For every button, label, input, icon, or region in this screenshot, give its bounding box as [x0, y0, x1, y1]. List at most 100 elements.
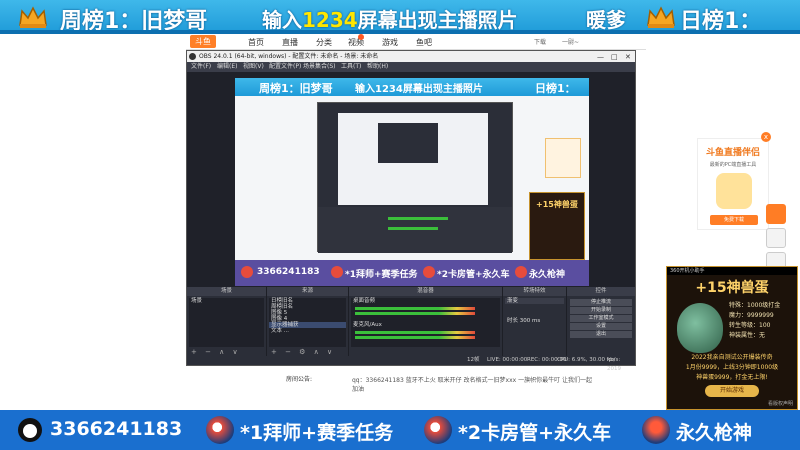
- dropped-frames: 12帧: [467, 357, 480, 363]
- preview-weekly-rank: 周榜1：旧梦哥: [259, 82, 333, 95]
- preview-banner: 周榜1：旧梦哥 输入1234屏幕出现主播照片 日榜1：: [235, 78, 589, 96]
- rocket-icon: [642, 416, 670, 444]
- game-ad-title: +15神兽蛋: [695, 280, 769, 296]
- preview-frame: 周榜1：旧梦哥 输入1234屏幕出现主播照片 日榜1： +15神兽蛋 33662…: [235, 78, 589, 286]
- preview-daily-rank: 日榜1：: [535, 82, 576, 95]
- task-3-text: 永久枪神: [676, 422, 753, 444]
- egg-image: [677, 303, 723, 353]
- task-1-text: *1拜师+赛季任务: [240, 422, 394, 444]
- preview-task1: *1拜师+赛季任务: [345, 270, 418, 280]
- room-notice-label: 房间公告:: [286, 376, 313, 383]
- obs-window: OBS 24.0.1 (64-bit, windows) - 配置文件: 未命名…: [186, 50, 636, 372]
- download-link[interactable]: 下载: [534, 37, 546, 46]
- room-notice-text: qq：3366241183 蓝牙不上火 取米开仔 改名格式一旧梦xxx 一旗帜你…: [352, 377, 592, 393]
- preview-game-ad: +15神兽蛋: [529, 192, 585, 260]
- mixer-desktop-label: 桌面音频: [353, 298, 376, 304]
- game-ad-stats: 特殊：1000级打金 魔力：9999999 转生等级：100 神装属性：无: [729, 302, 781, 339]
- obs-preview-canvas[interactable]: 周榜1：旧梦哥 输入1234屏幕出现主播照片 日榜1： +15神兽蛋 33662…: [187, 72, 635, 287]
- nav-home[interactable]: 首页: [248, 37, 264, 48]
- exit-button[interactable]: 退出: [570, 331, 632, 338]
- preview-ad-widget: [545, 138, 581, 178]
- studio-mode-button[interactable]: 工作室模式: [570, 315, 632, 322]
- mic-fader[interactable]: [355, 336, 475, 339]
- douyu-companion-ad[interactable]: 斗鱼直播伴侣 最新的PC端直播工具 免费下载: [697, 138, 769, 230]
- bitrate: kb/s: 2019: [607, 357, 621, 372]
- preview-task2: *2卡房管+永久车: [437, 270, 510, 280]
- desktop-fader[interactable]: [355, 312, 475, 315]
- menu-scene-collection[interactable]: 场景集合(S): [303, 62, 336, 72]
- nav-live[interactable]: 直播: [282, 37, 298, 48]
- scenes-title: 场景: [187, 287, 266, 296]
- scene-controls[interactable]: + − ∧ ∨: [191, 348, 241, 356]
- nav-fishbar[interactable]: 鱼吧: [416, 37, 432, 48]
- close-icon[interactable]: x: [761, 132, 771, 142]
- preview-task3: 永久枪神: [529, 270, 566, 280]
- transition-select[interactable]: 渐变: [505, 298, 564, 304]
- home-icon[interactable]: [766, 228, 786, 248]
- mixer-mic-label: 麦克风/Aux: [353, 322, 382, 328]
- menu-file[interactable]: 文件(F): [191, 62, 211, 72]
- obs-titlebar: OBS 24.0.1 (64-bit, windows) - 配置文件: 未命名…: [187, 51, 635, 62]
- top-overlay-banner: 周榜1：旧梦哥 输入1234屏幕出现主播照片 暖爹 日榜1：: [0, 0, 800, 34]
- ad-download-button[interactable]: 免费下载: [710, 215, 758, 225]
- sources-dock: 来源 日榜旧名 周榜旧名 图像 5 图像 4 显示器捕获 文本 ... + − …: [267, 287, 349, 357]
- stop-streaming-button[interactable]: 停止推流: [570, 299, 632, 306]
- controls-title: 控件: [567, 287, 635, 296]
- menu-tools[interactable]: 工具(T): [341, 62, 361, 72]
- ad-title: 斗鱼直播伴侣: [705, 148, 760, 158]
- menu-help[interactable]: 帮助(H): [367, 62, 388, 72]
- transitions-title: 转场特效: [503, 287, 566, 296]
- nav-category[interactable]: 分类: [316, 37, 332, 48]
- user-menu[interactable]: 一尉~: [562, 37, 579, 46]
- crown-icon: [18, 5, 48, 29]
- notification-dot: [358, 34, 364, 40]
- controls-dock: 控件 停止推流 开始录制 工作室模式 设置 退出: [567, 287, 635, 357]
- ad-subtitle: 最新的PC端直播工具: [709, 162, 757, 168]
- start-recording-button[interactable]: 开始录制: [570, 307, 632, 314]
- task-2-text: *2卡房管+永久车: [458, 422, 612, 444]
- live-time: LIVE: 00:00:00: [487, 357, 528, 363]
- room-notice: 房间公告: qq：3366241183 蓝牙不上火 取米开仔 改名格式一旧梦xx…: [264, 366, 604, 410]
- game-ad-popup[interactable]: 360开机小助手 +15神兽蛋 特殊：1000级打金 魔力：9999999 转生…: [666, 266, 798, 410]
- crown-icon: [646, 5, 676, 29]
- banner-cta-text: 输入1234屏幕出现主播照片: [262, 8, 518, 32]
- douyu-logo[interactable]: 斗鱼: [190, 35, 216, 48]
- scene-item[interactable]: 场景: [189, 298, 264, 304]
- desktop-meter: [355, 307, 475, 310]
- source-controls[interactable]: + − ⚙ ∧ ∨: [271, 348, 335, 356]
- start-game-button[interactable]: 开始游戏: [705, 385, 759, 397]
- qq-penguin-icon: [18, 418, 42, 442]
- nested-window: [378, 123, 438, 163]
- obs-window-title: OBS 24.0.1 (64-bit, windows) - 配置文件: 未命名…: [199, 53, 379, 60]
- menu-edit[interactable]: 编辑(E): [217, 62, 237, 72]
- douyu-site-nav: 斗鱼 首页 直播 分类 视频 游戏 鱼吧 下载 一尉~: [186, 34, 646, 50]
- menu-view[interactable]: 视图(V): [243, 62, 264, 72]
- duration-field[interactable]: 时长 300 ms: [505, 318, 564, 324]
- preview-cta: 输入1234屏幕出现主播照片: [355, 84, 483, 95]
- source-item[interactable]: 文本 ...: [269, 328, 346, 334]
- preview-qq: 3366241183: [257, 267, 320, 277]
- nested-docks: [318, 207, 512, 253]
- obs-app-icon: [189, 53, 196, 60]
- scenes-dock: 场景 场景 + − ∧ ∨: [187, 287, 267, 357]
- mic-meter: [355, 331, 475, 334]
- fish-emblem-icon: [424, 416, 452, 444]
- play-icon[interactable]: [766, 204, 786, 224]
- settings-button[interactable]: 设置: [570, 323, 632, 330]
- copyright-note[interactable]: 看版权声明: [768, 400, 793, 407]
- menu-profile[interactable]: 配置文件(P): [269, 62, 301, 72]
- game-ad-header: 360开机小助手: [667, 267, 797, 275]
- preview-bottom-banner: 3366241183 *1拜师+赛季任务 *2卡房管+永久车 永久枪神: [235, 260, 589, 286]
- obs-docks: 场景 场景 + − ∧ ∨ 来源 日榜旧名 周榜旧名 图像 5 图像 4 显示器…: [187, 287, 635, 357]
- sources-title: 来源: [267, 287, 348, 296]
- obs-menubar: 文件(F) 编辑(E) 视图(V) 配置文件(P) 场景集合(S) 工具(T) …: [187, 62, 635, 72]
- nav-games[interactable]: 游戏: [382, 37, 398, 48]
- fish-emblem-icon: [206, 416, 234, 444]
- obs-status-bar: 12帧 LIVE: 00:00:00 REC: 00:00:00 CPU: 6.…: [187, 356, 635, 372]
- mixer-title: 混音器: [349, 287, 502, 296]
- mixer-dock: 混音器 桌面音频 麦克风/Aux: [349, 287, 503, 357]
- game-ad-description: 2022我亲自测试公开爆装传奇 1月份9999，上线3分钟即1000级 神兽蛋9…: [685, 354, 779, 381]
- bottom-overlay-banner: 3366241183 *1拜师+赛季任务 *2卡房管+永久车 永久枪神: [0, 410, 800, 450]
- daily-name-text: 暖爹: [586, 8, 626, 32]
- transitions-dock: 转场特效 渐变 时长 300 ms: [503, 287, 567, 357]
